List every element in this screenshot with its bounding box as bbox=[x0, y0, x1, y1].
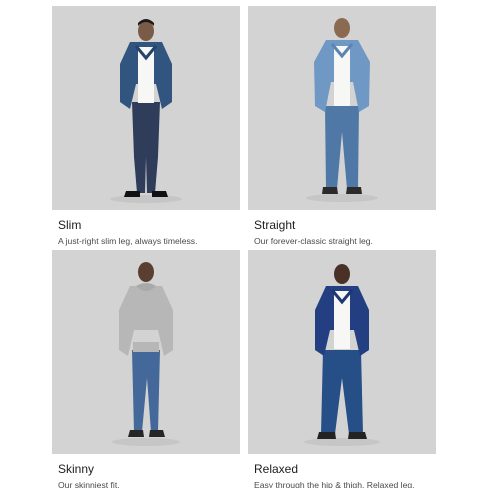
model-figure-straight bbox=[306, 18, 378, 202]
product-card-relaxed[interactable]: Relaxed Easy through the hip & thigh. Re… bbox=[248, 250, 436, 488]
product-title-slim[interactable]: Slim bbox=[58, 218, 81, 232]
product-image-slim[interactable] bbox=[52, 6, 240, 210]
product-image-relaxed[interactable] bbox=[248, 250, 436, 454]
product-image-skinny[interactable] bbox=[52, 250, 240, 454]
model-figure-skinny bbox=[112, 262, 180, 446]
product-title-relaxed[interactable]: Relaxed bbox=[254, 462, 298, 476]
product-description-straight: Our forever-classic straight leg. bbox=[254, 236, 373, 246]
model-figure-slim bbox=[110, 19, 182, 203]
product-title-skinny[interactable]: Skinny bbox=[58, 462, 94, 476]
product-card-straight[interactable]: Straight Our forever-classic straight le… bbox=[248, 6, 436, 248]
product-title-straight[interactable]: Straight bbox=[254, 218, 295, 232]
product-image-straight[interactable] bbox=[248, 6, 436, 210]
model-figure-relaxed bbox=[304, 264, 380, 446]
product-description-skinny: Our skinniest fit. bbox=[58, 480, 120, 488]
product-description-relaxed: Easy through the hip & thigh. Relaxed le… bbox=[254, 480, 415, 488]
product-card-slim[interactable]: Slim A just-right slim leg, always timel… bbox=[52, 6, 240, 248]
fit-guide-grid: Slim A just-right slim leg, always timel… bbox=[0, 0, 488, 488]
product-card-skinny[interactable]: Skinny Our skinniest fit. bbox=[52, 250, 240, 488]
product-description-slim: A just-right slim leg, always timeless. bbox=[58, 236, 198, 246]
